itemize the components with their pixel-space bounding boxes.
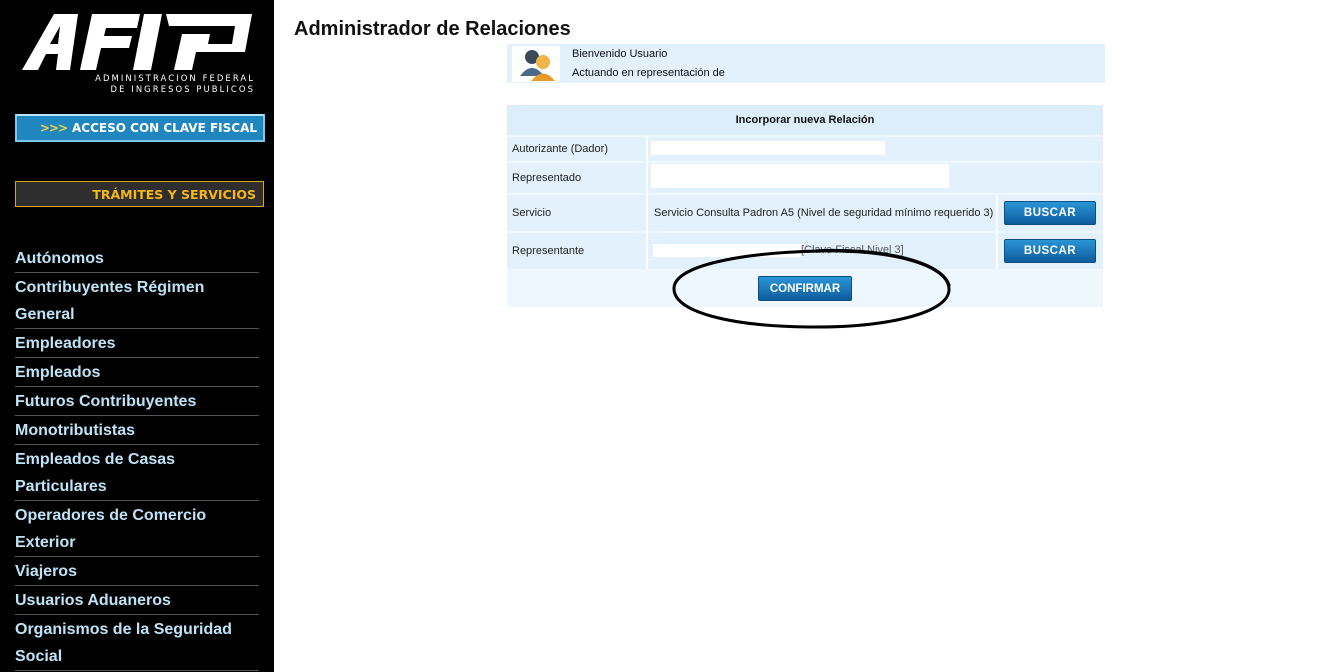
nav-item-viajeros[interactable]: Viajeros [15,557,259,586]
autorizante-row: Autorizante (Dador) [507,137,1103,161]
afip-logo-icon [22,14,252,70]
buscar-representante-button[interactable]: BUSCAR [1004,239,1096,263]
autorizante-field[interactable] [651,141,885,155]
nav-item-futuros[interactable]: Futuros Contribuyentes [15,387,259,416]
nav-item-autonomos[interactable]: Autónomos [15,244,259,273]
representation-text: Actuando en representación de [572,67,725,79]
tramites-servicios-label: TRÁMITES Y SERVICIOS [92,186,256,202]
users-icon [512,46,560,82]
nav-item-seguridad-social[interactable]: Organismos de la Seguridad Social [15,615,259,671]
sidebar-nav: Autónomos Contribuyentes Régimen General… [15,244,259,671]
welcome-panel: Bienvenido Usuario Actuando en represent… [507,44,1105,83]
servicio-value: Servicio Consulta Padron A5 (Nivel de se… [654,207,994,219]
welcome-text: Bienvenido Usuario [572,48,668,60]
highlight-ellipse [672,248,951,329]
clave-fiscal-button[interactable]: >>> ACCESO CON CLAVE FISCAL [15,114,265,142]
representado-row: Representado [507,163,1103,193]
representado-field[interactable] [651,164,949,188]
sidebar: ADMINISTRACION FEDERAL DE INGRESOS PUBLI… [0,0,274,672]
representante-label: Representante [512,245,585,257]
representado-label: Representado [512,172,582,184]
clave-fiscal-label: ACCESO CON CLAVE FISCAL [72,121,257,135]
logo-line1: ADMINISTRACION FEDERAL [95,73,255,83]
nav-item-contribuyentes[interactable]: Contribuyentes Régimen General [15,273,259,329]
nav-item-comercio-exterior[interactable]: Operadores de Comercio Exterior [15,501,259,557]
servicio-row: Servicio Servicio Consulta Padron A5 (Ni… [507,195,1103,231]
afip-logo[interactable]: ADMINISTRACION FEDERAL DE INGRESOS PUBLI… [20,12,255,96]
autorizante-label: Autorizante (Dador) [512,143,608,155]
form-header: Incorporar nueva Relación [507,105,1103,135]
nav-item-empleados[interactable]: Empleados [15,358,259,387]
chevrons-right-icon: >>> [39,121,68,135]
nav-item-aduaneros[interactable]: Usuarios Aduaneros [15,586,259,615]
logo-line2: DE INGRESOS PUBLICOS [110,84,255,94]
tramites-servicios-button[interactable]: TRÁMITES Y SERVICIOS [15,181,264,207]
page-title: Administrador de Relaciones [294,18,571,40]
nav-item-empleadores[interactable]: Empleadores [15,329,259,358]
servicio-label: Servicio [512,207,552,219]
nav-item-casas-particulares[interactable]: Empleados de Casas Particulares [15,445,259,501]
buscar-servicio-button[interactable]: BUSCAR [1004,201,1096,225]
nav-item-monotributistas[interactable]: Monotributistas [15,416,259,445]
